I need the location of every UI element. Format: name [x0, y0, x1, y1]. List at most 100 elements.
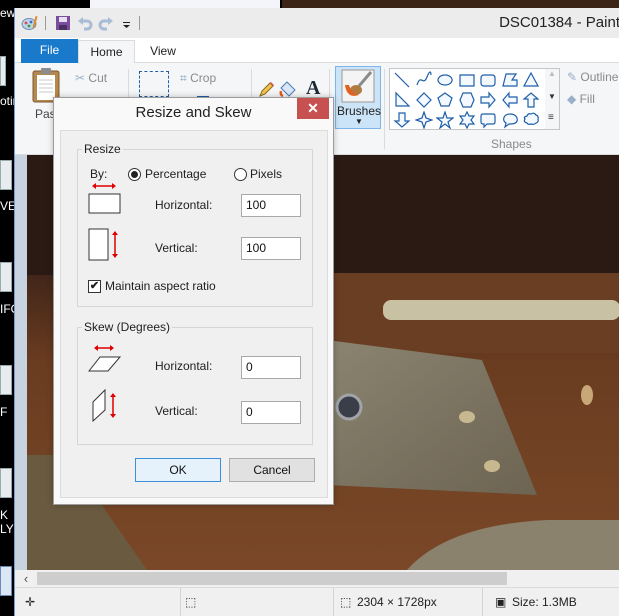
ok-button[interactable]: OK	[135, 458, 221, 482]
line-shape-icon[interactable]	[393, 71, 411, 89]
down-arrow-shape-icon[interactable]	[393, 111, 411, 129]
resize-skew-dialog: Resize and Skew ✕ Resize By: Percentage …	[53, 97, 334, 505]
desktop-document-icon[interactable]	[0, 566, 12, 596]
shapes-group-label: Shapes	[491, 137, 532, 151]
cloud-callout-shape-icon[interactable]	[522, 111, 540, 129]
title-bar: DSC01384 - Paint	[15, 8, 619, 38]
rectangle-shape-icon[interactable]	[458, 71, 476, 89]
by-label: By:	[90, 167, 108, 181]
skew-group: Skew (Degrees) Horizontal: 0 Vertical: 0	[77, 320, 313, 445]
percentage-radio[interactable]	[128, 168, 141, 181]
right-triangle-shape-icon[interactable]	[393, 91, 411, 109]
four-point-star-shape-icon[interactable]	[414, 111, 433, 129]
gallery-scroll[interactable]: ▲ ▼ ≡	[545, 68, 560, 130]
separator	[482, 588, 483, 616]
scrollbar-thumb[interactable]	[37, 572, 507, 585]
vertical-skew-icon	[92, 388, 116, 422]
outline-icon: ✎	[567, 70, 578, 84]
separator	[333, 588, 334, 616]
fill-label: Fill	[579, 92, 595, 106]
expand-gallery-icon[interactable]: ≡	[548, 112, 554, 123]
separator	[139, 16, 140, 30]
pentagon-shape-icon[interactable]	[436, 91, 454, 109]
up-arrow-shape-icon[interactable]	[522, 91, 540, 109]
right-arrow-shape-icon[interactable]	[479, 91, 497, 109]
close-button[interactable]: ✕	[297, 98, 329, 119]
file-size: Size: 1.3MB	[512, 595, 577, 609]
percentage-label[interactable]: Percentage	[145, 167, 206, 181]
five-point-star-shape-icon[interactable]	[436, 111, 454, 129]
desktop-file-icon[interactable]	[0, 160, 12, 190]
skew-vertical-input[interactable]: 0	[241, 401, 301, 424]
resize-vertical-input[interactable]: 100	[241, 237, 301, 260]
outline-label: Outline	[580, 70, 619, 84]
fill-button[interactable]: ◆ Fill	[567, 92, 595, 106]
scroll-left-icon[interactable]: ‹	[19, 570, 33, 587]
oval-shape-icon[interactable]	[436, 71, 454, 89]
polygon-shape-icon[interactable]	[501, 71, 519, 89]
cut-label: Cut	[88, 71, 108, 85]
pixels-radio[interactable]	[234, 168, 247, 181]
outline-button[interactable]: ✎ Outline	[567, 70, 618, 84]
cut-button[interactable]: ✂ Cut	[75, 71, 107, 85]
fill-icon: ◆	[567, 92, 577, 106]
crop-icon: ⌗	[180, 71, 187, 85]
brushes-label: Brushes	[337, 104, 382, 118]
resize-group: Resize By: Percentage Pixels Horizontal:…	[77, 142, 313, 307]
resize-horizontal-input[interactable]: 100	[241, 194, 301, 217]
desktop-file-icon[interactable]	[0, 262, 12, 292]
scroll-up-icon[interactable]: ▲	[548, 69, 556, 78]
hexagon-shape-icon[interactable]	[458, 91, 476, 109]
maintain-aspect-checkbox[interactable]: ✔	[88, 280, 101, 293]
customize-toolbar-icon[interactable]	[118, 14, 136, 32]
resize-legend: Resize	[82, 142, 123, 156]
dialog-title: Resize and Skew	[135, 104, 252, 121]
left-arrow-shape-icon[interactable]	[501, 91, 519, 109]
paint-menu-icon[interactable]	[21, 14, 39, 32]
cancel-button[interactable]: Cancel	[229, 458, 315, 482]
image-size-icon: ⬚	[340, 595, 352, 609]
fill-bucket-icon[interactable]	[279, 79, 299, 99]
desktop-file-icon[interactable]	[0, 468, 12, 498]
resize-horizontal-label: Horizontal:	[155, 198, 213, 212]
crop-label: Crop	[190, 71, 217, 85]
six-point-star-shape-icon[interactable]	[458, 111, 476, 129]
oval-callout-shape-icon[interactable]	[501, 111, 519, 129]
curve-shape-icon[interactable]	[415, 71, 433, 89]
desktop-file-icon[interactable]	[0, 365, 12, 395]
rounded-rectangle-shape-icon[interactable]	[479, 71, 497, 89]
diamond-shape-icon[interactable]	[415, 91, 433, 109]
pixels-label[interactable]: Pixels	[250, 167, 282, 181]
image-dimensions: 2304 × 1728px	[357, 595, 437, 609]
tab-view[interactable]: View	[137, 40, 189, 63]
select-button[interactable]	[139, 71, 169, 97]
file-size-icon: ▣	[495, 595, 507, 609]
selection-size-icon: ⬚	[185, 595, 197, 609]
skew-legend: Skew (Degrees)	[82, 320, 173, 334]
background-photo-window	[282, 0, 619, 8]
separator	[45, 16, 46, 30]
resize-vertical-label: Vertical:	[155, 241, 198, 255]
background-window	[90, 0, 280, 8]
undo-icon[interactable]	[76, 14, 94, 32]
status-bar: ✛ ⬚ ⬚ 2304 × 1728px ▣ Size: 1.3MB	[15, 587, 619, 616]
brush-icon	[341, 69, 375, 103]
scissors-icon: ✂	[75, 71, 86, 85]
vertical-resize-icon	[88, 228, 118, 261]
save-icon[interactable]	[54, 14, 72, 32]
tab-file[interactable]: File	[21, 39, 78, 63]
triangle-shape-icon[interactable]	[522, 71, 540, 89]
skew-horizontal-label: Horizontal:	[155, 359, 213, 373]
redo-icon[interactable]	[97, 14, 115, 32]
cursor-position-icon: ✛	[25, 595, 36, 609]
separator	[180, 588, 181, 616]
brushes-button[interactable]: Brushes ▼	[335, 66, 381, 129]
rounded-callout-shape-icon[interactable]	[479, 111, 497, 129]
tab-home[interactable]: Home	[78, 40, 135, 63]
skew-horizontal-input[interactable]: 0	[241, 356, 301, 379]
desktop-file-icon[interactable]	[0, 56, 6, 86]
horizontal-scrollbar[interactable]: ‹	[15, 570, 619, 587]
crop-button[interactable]: ⌗ Crop	[180, 71, 216, 86]
maintain-aspect-label[interactable]: Maintain aspect ratio	[105, 279, 216, 293]
scroll-down-icon[interactable]: ▼	[548, 92, 556, 101]
